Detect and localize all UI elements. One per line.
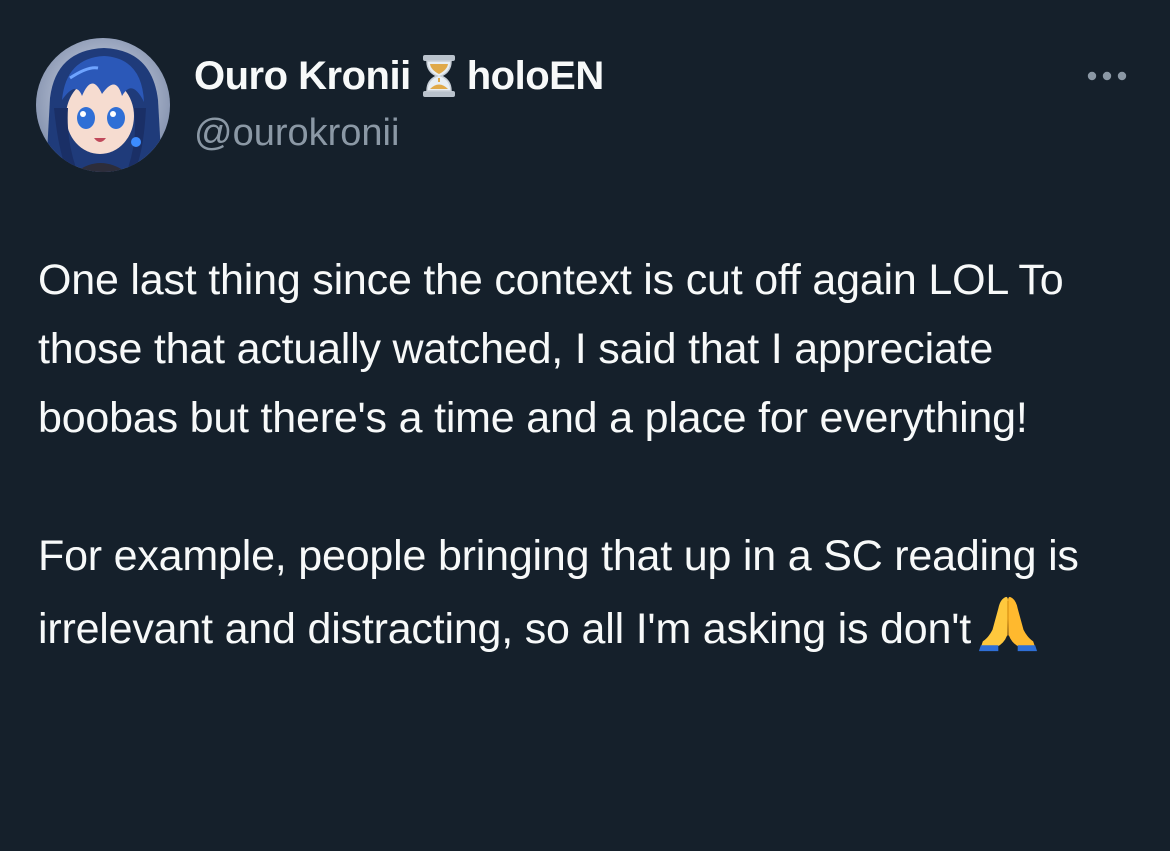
tweet-card: Ouro Kronii holoEN @ourokronii One last … [0, 0, 1170, 851]
tweet-paragraph-1: One last thing since the context is cut … [38, 256, 1064, 442]
folded-hands-emoji-icon [978, 596, 1038, 652]
hourglass-icon [422, 55, 455, 97]
anime-avatar-icon [36, 38, 170, 172]
tweet-paragraph-2: For example, people bringing that up in … [38, 522, 1138, 664]
tweet-text: One last thing since the context is cut … [38, 246, 1138, 664]
author-handle[interactable]: @ourokronii [194, 110, 399, 156]
author-display-name[interactable]: Ouro Kronii holoEN [194, 52, 604, 100]
author-avatar[interactable] [36, 38, 170, 172]
author-affiliation: holoEN [466, 54, 604, 98]
more-options-button[interactable] [1084, 64, 1130, 88]
tweet-paragraph-2-text: For example, people bringing that up in … [38, 532, 1079, 653]
more-horizontal-icon [1087, 71, 1127, 81]
author-name: Ouro Kronii [194, 54, 411, 98]
